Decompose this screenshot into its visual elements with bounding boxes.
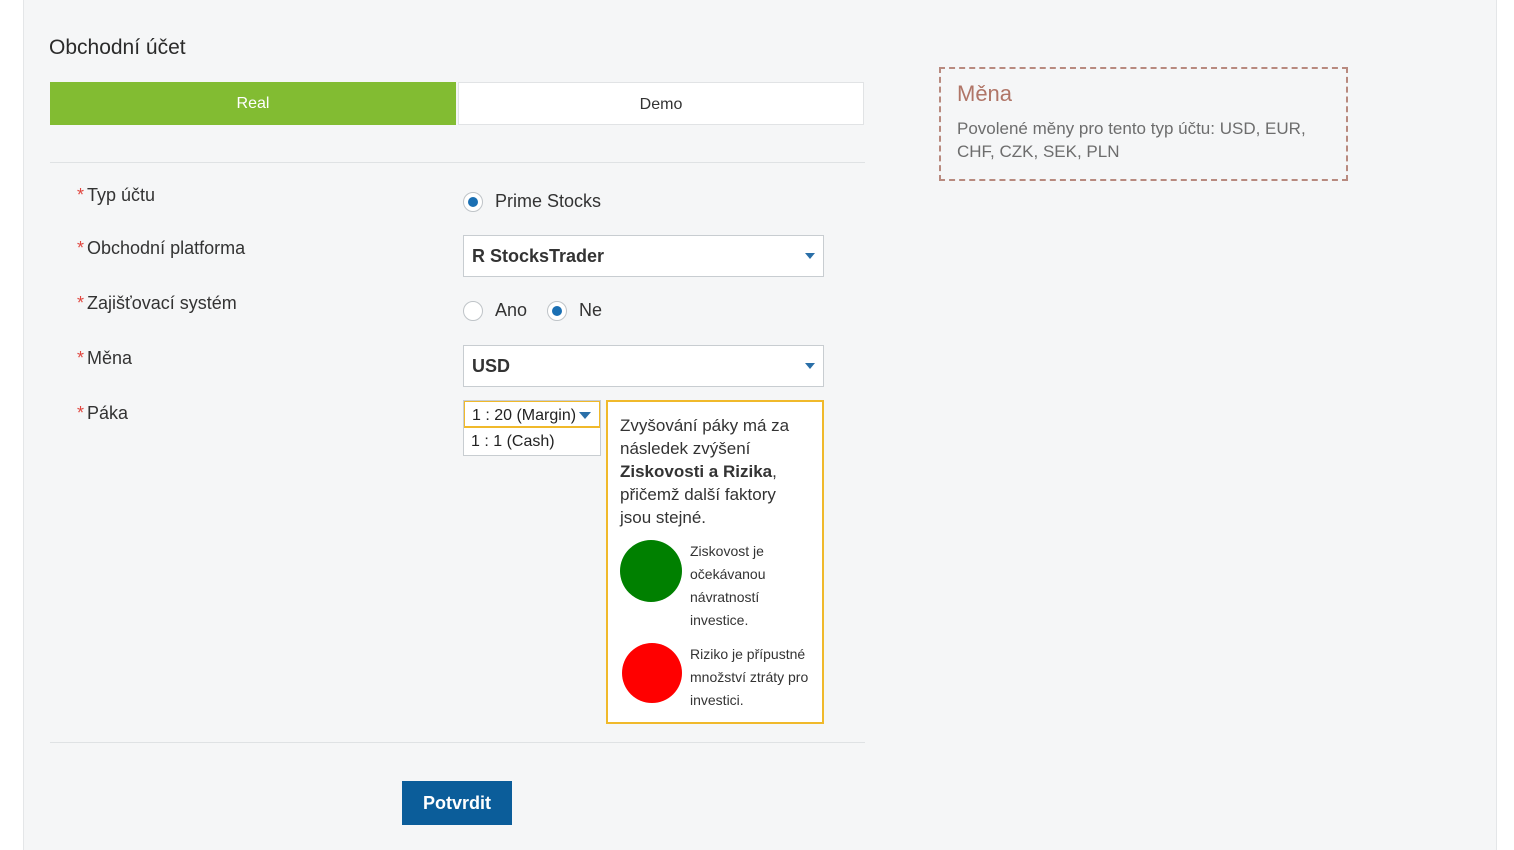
currency-note-box: Měna Povolené měny pro tento typ účtu: U…: [939, 67, 1348, 181]
tab-demo[interactable]: Demo: [458, 82, 864, 125]
risk-legend: Riziko je přípustné množství ztráty pro …: [620, 643, 810, 712]
required-mark: *: [77, 238, 85, 258]
risk-legend-text: Riziko je přípustné množství ztráty pro …: [690, 646, 809, 708]
radio-dot: [552, 305, 563, 316]
chevron-down-icon: [805, 363, 815, 369]
chevron-down-icon: [805, 253, 815, 259]
platform-select[interactable]: R StocksTrader: [463, 235, 824, 277]
required-mark: *: [77, 293, 85, 313]
platform-select-value: R StocksTrader: [472, 246, 605, 266]
account-type-option-label: Prime Stocks: [495, 191, 602, 211]
profit-legend-text: Ziskovost je očekávanou návratností inve…: [690, 543, 766, 628]
currency-label: * Měna: [77, 348, 132, 369]
hedging-label: * Zajišťovací systém: [77, 293, 237, 314]
required-mark: *: [77, 185, 85, 205]
radio-dot: [468, 196, 478, 207]
account-mode-tabs: Real Demo: [50, 82, 864, 125]
account-type-label: * Typ účtu: [77, 185, 155, 206]
required-mark: *: [77, 403, 85, 423]
leverage-info-text: Zvyšování páky má za následek zvýšení Zi…: [620, 414, 810, 529]
leverage-label: * Páka: [77, 403, 128, 424]
currency-label-text: Měna: [87, 348, 133, 368]
platform-label: * Obchodní platforma: [77, 238, 245, 259]
page-title: Obchodní účet: [49, 36, 186, 59]
hedging-radio-no[interactable]: [547, 300, 568, 321]
submit-button[interactable]: Potvrdit: [402, 781, 512, 825]
account-type-label-text: Typ účtu: [87, 185, 156, 205]
leverage-option-margin[interactable]: 1 : 20 (Margin): [464, 401, 600, 428]
divider-top: [50, 162, 865, 163]
leverage-list: 1 : 20 (Margin) 1 : 1 (Cash): [463, 400, 601, 456]
hedging-no-label: Ne: [579, 300, 603, 320]
leverage-info-box: Zvyšování páky má za následek zvýšení Zi…: [606, 400, 824, 724]
leverage-info-text-start: Zvyšování páky má za následek zvýšení: [620, 416, 790, 458]
hedging-yes-label: Ano: [495, 300, 528, 320]
leverage-option-cash[interactable]: 1 : 1 (Cash): [464, 428, 600, 455]
platform-label-text: Obchodní platforma: [87, 238, 246, 258]
profit-circle-icon: [620, 540, 682, 602]
profit-legend: Ziskovost je očekávanou návratností inve…: [620, 540, 810, 632]
leverage-option-label: 1 : 20 (Margin): [472, 407, 577, 424]
chevron-down-icon: [579, 412, 591, 419]
leverage-option-label: 1 : 1 (Cash): [471, 433, 555, 450]
currency-note-title: Měna: [957, 81, 1013, 106]
leverage-info-text-bold: Ziskovosti a Rizika: [620, 462, 773, 481]
tab-real[interactable]: Real: [50, 82, 456, 125]
leverage-label-text: Páka: [87, 403, 129, 423]
currency-select-value: USD: [472, 356, 511, 376]
required-mark: *: [77, 348, 85, 368]
account-type-radio-group: Prime Stocks: [463, 191, 601, 212]
account-type-radio-prime-stocks[interactable]: [463, 191, 483, 212]
divider-bottom: [50, 742, 865, 743]
risk-circle-icon: [622, 643, 682, 703]
currency-note-text: Povolené měny pro tento typ účtu: USD, E…: [957, 119, 1306, 161]
currency-select[interactable]: USD: [463, 345, 824, 387]
hedging-radio-group: Ano Ne: [463, 300, 602, 321]
hedging-label-text: Zajišťovací systém: [87, 293, 237, 313]
hedging-radio-yes[interactable]: [463, 300, 483, 321]
